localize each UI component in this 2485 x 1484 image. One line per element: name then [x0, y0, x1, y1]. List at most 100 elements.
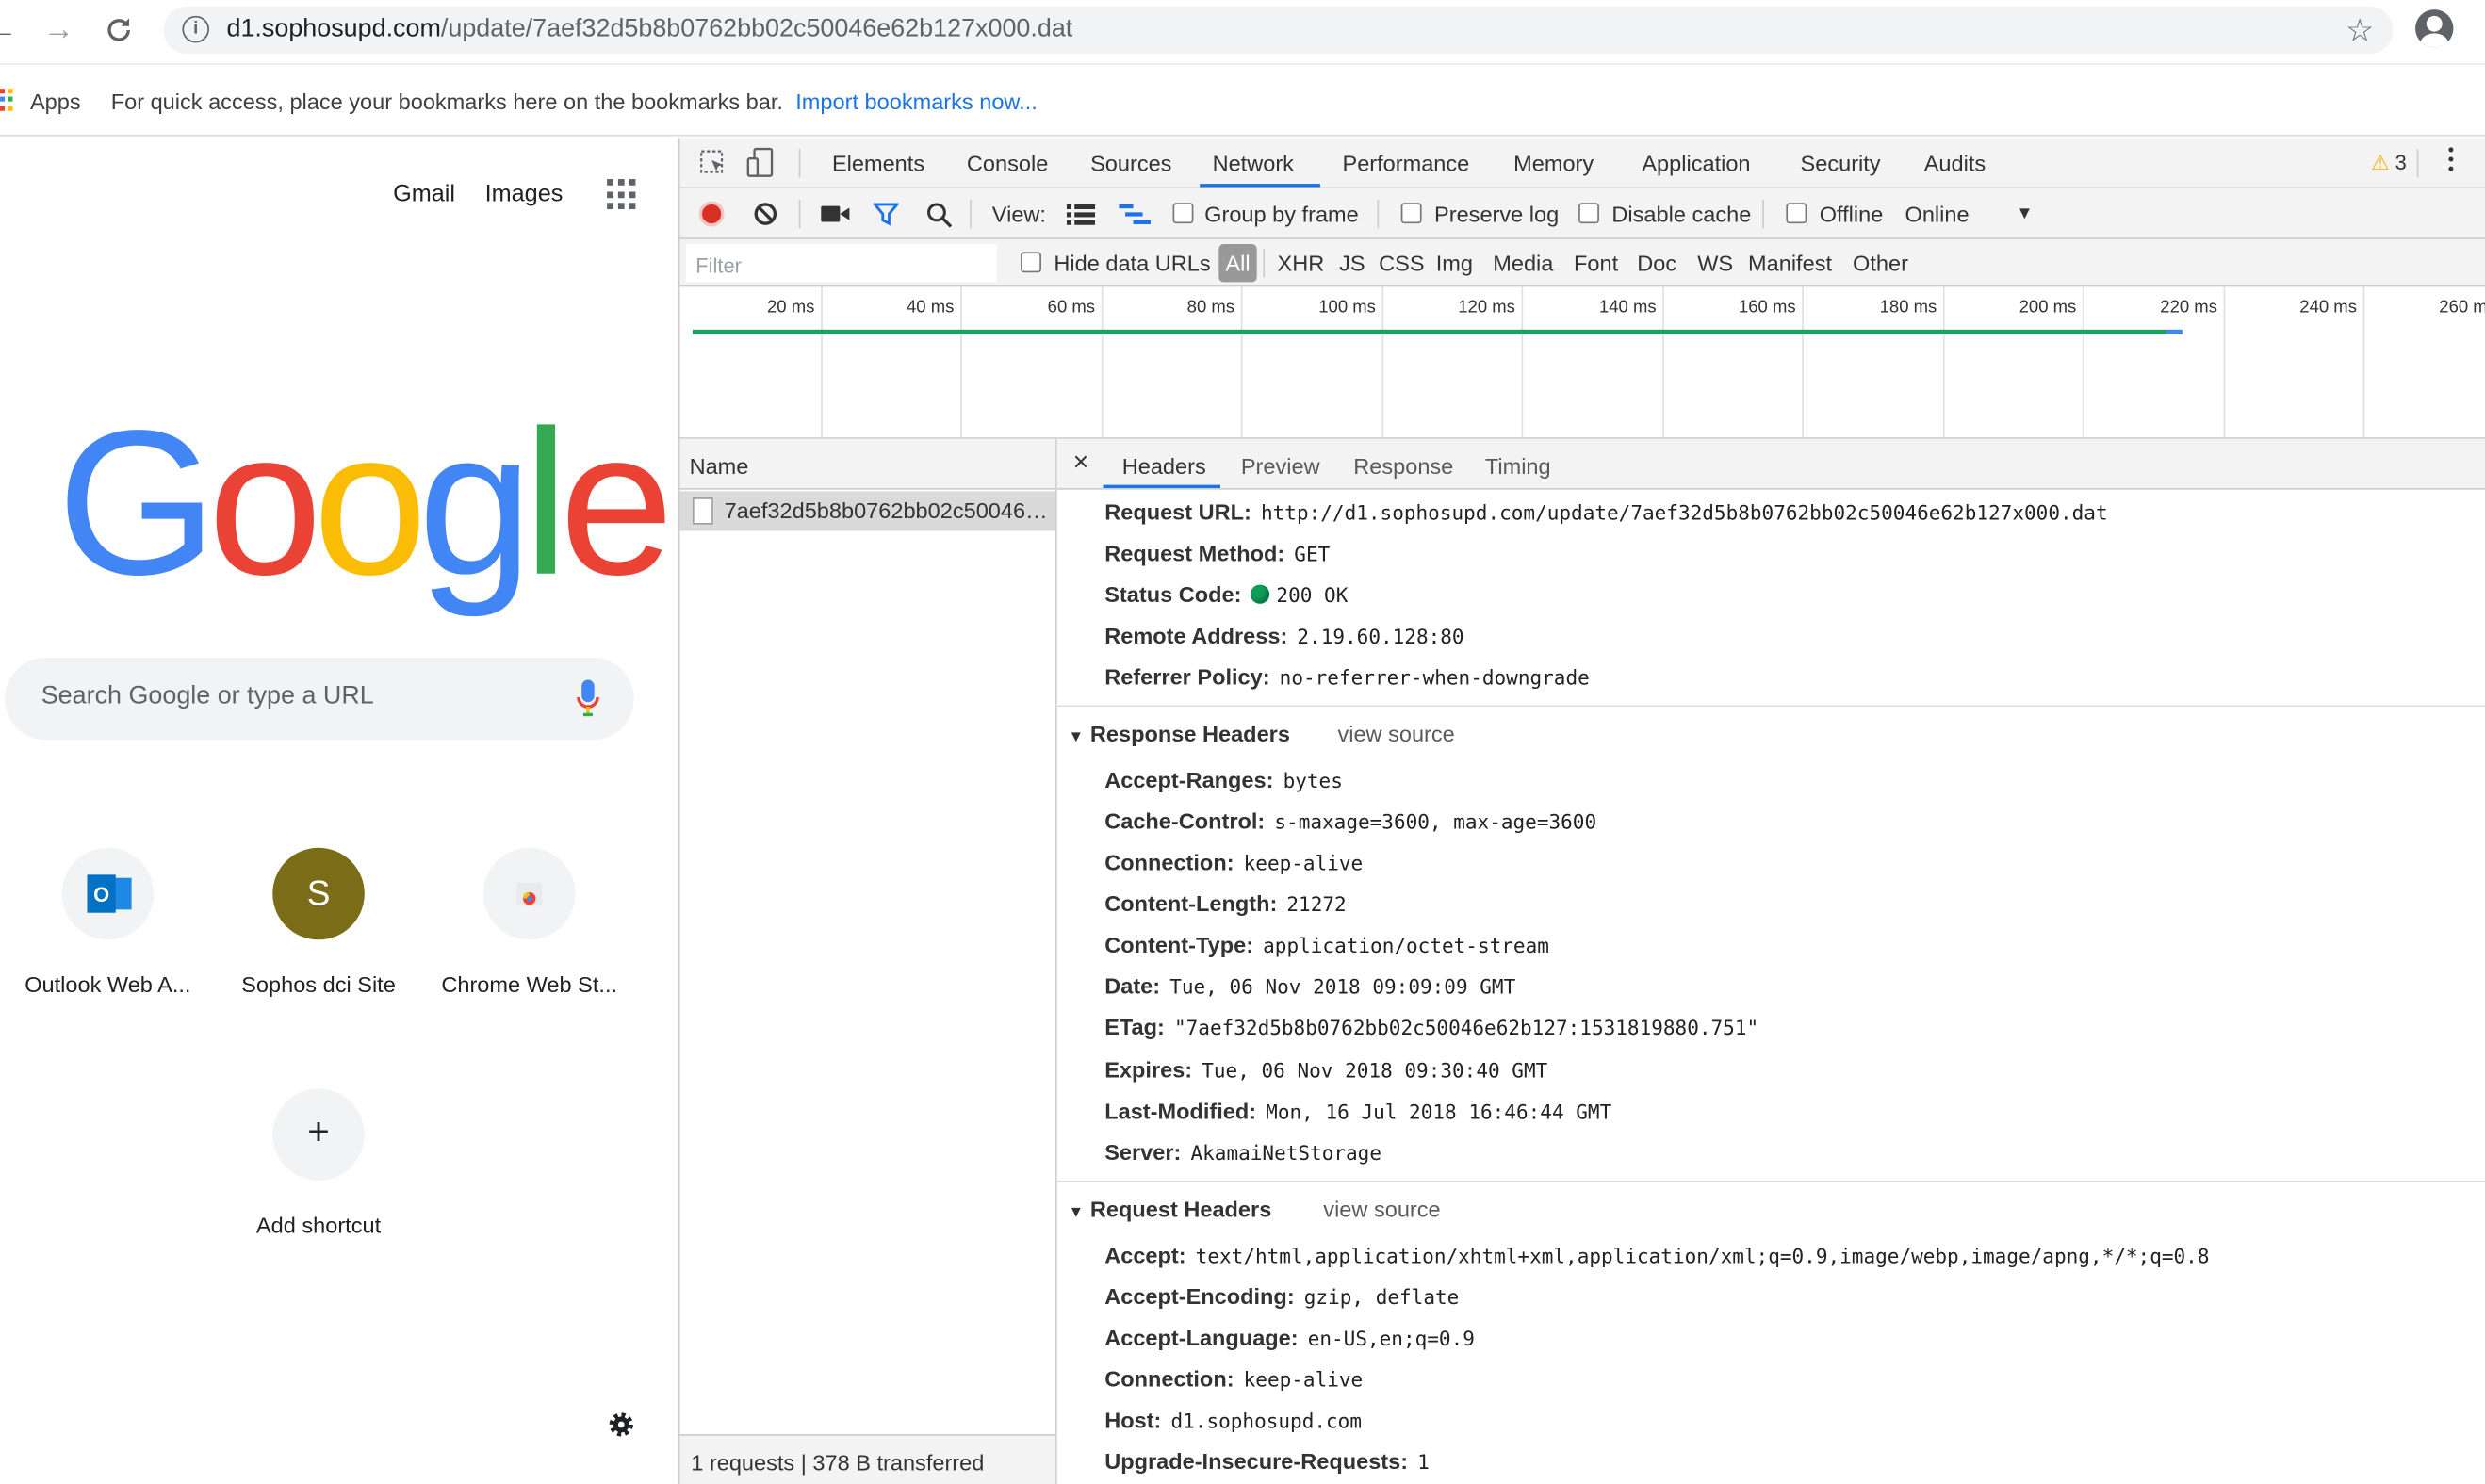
warnings-counter[interactable]: ⚠ 3: [2371, 151, 2407, 176]
forward-icon[interactable]: →: [38, 9, 79, 51]
close-icon[interactable]: ×: [1073, 447, 1089, 479]
filter-type-media[interactable]: Media: [1493, 251, 1553, 276]
tab-console[interactable]: Console: [967, 151, 1048, 176]
name-column-header[interactable]: Name: [679, 438, 1056, 490]
header-value: gzip, deflate: [1303, 1284, 1460, 1310]
chevron-down-icon[interactable]: ▼: [2016, 204, 2033, 223]
tab-audits[interactable]: Audits: [1924, 151, 1986, 176]
view-source-link[interactable]: view source: [1337, 721, 1454, 746]
images-link[interactable]: Images: [485, 181, 564, 208]
filter-type-css[interactable]: CSS: [1379, 251, 1424, 276]
more-options-icon[interactable]: [2448, 147, 2455, 175]
shortcut-chrome-web-store[interactable]: Chrome Web St...: [426, 847, 632, 997]
header-value: keep-alive: [1243, 851, 1364, 875]
tab-memory[interactable]: Memory: [1513, 151, 1594, 176]
inspect-element-icon[interactable]: [699, 149, 728, 177]
timeline-gridline: [1101, 286, 1104, 438]
timeline-tick: 100 ms: [1318, 298, 1376, 318]
header-value: 200 OK: [1276, 582, 1349, 608]
new-tab-page: Gmail Images Google Search Google or typ…: [0, 138, 678, 1484]
reload-icon[interactable]: [98, 9, 139, 51]
omnibox-url[interactable]: d1.sophosupd.com/update/7aef32d5b8b0762b…: [226, 16, 1072, 44]
group-by-frame-checkbox[interactable]: [1172, 203, 1194, 224]
filter-type-all[interactable]: All: [1218, 243, 1257, 283]
header-row: Status Code: 200 OK: [1104, 581, 1348, 607]
bookmark-apps[interactable]: Apps: [30, 89, 81, 114]
request-list: Name 7aef32d5b8b0762bb02c50046e62b127x00…: [679, 438, 1057, 1484]
header-value: Tue, 06 Nov 2018 09:30:40 GMT: [1202, 1058, 1548, 1083]
tab-sources[interactable]: Sources: [1090, 151, 1171, 176]
offline-checkbox[interactable]: [1786, 203, 1807, 224]
tab-headers[interactable]: Headers: [1122, 453, 1206, 479]
header-row: Date: Tue, 06 Nov 2018 09:09:09 GMT: [1104, 973, 1515, 999]
network-overview-timeline[interactable]: 20 ms 40 ms 60 ms 80 ms 100 ms 120 ms 14…: [679, 286, 2485, 439]
request-summary: 1 requests | 378 B transferred: [691, 1449, 985, 1476]
preserve-log-checkbox[interactable]: [1400, 203, 1422, 224]
device-toolbar-icon[interactable]: [746, 147, 775, 179]
filter-type-other[interactable]: Other: [1853, 251, 1908, 276]
shortcut-label: Sophos dci Site: [241, 970, 396, 997]
timeline-tick: 180 ms: [1879, 298, 1937, 318]
tab-preview[interactable]: Preview: [1241, 453, 1320, 479]
timeline-gridline: [960, 286, 962, 438]
back-icon[interactable]: ←: [0, 9, 23, 51]
section-divider: [1056, 705, 2485, 708]
filter-type-doc[interactable]: Doc: [1637, 251, 1676, 276]
shortcut-sophos[interactable]: S Sophos dci Site: [216, 847, 422, 997]
record-icon[interactable]: [698, 201, 725, 227]
omnibox[interactable]: i d1.sophosupd.com/update/7aef32d5b8b076…: [163, 6, 2394, 55]
google-apps-icon[interactable]: [607, 179, 639, 211]
header-key: Host:: [1104, 1407, 1162, 1433]
site-info-icon[interactable]: i: [182, 15, 209, 43]
screenshot-camera-icon[interactable]: [821, 204, 850, 223]
request-row[interactable]: 7aef32d5b8b0762bb02c50046e62b127x000.dat: [679, 491, 1056, 531]
clear-icon[interactable]: [753, 202, 778, 227]
outlook-icon: O: [61, 847, 155, 940]
timeline-gridline: [1802, 286, 1804, 438]
disable-cache-checkbox[interactable]: [1578, 203, 1599, 224]
filter-type-xhr[interactable]: XHR: [1278, 251, 1325, 276]
hide-data-urls-checkbox[interactable]: [1021, 252, 1041, 273]
shortcut-outlook[interactable]: O Outlook Web A...: [5, 847, 211, 997]
filter-input[interactable]: Filter: [686, 243, 997, 283]
expand-triangle-icon: ▼: [1068, 1204, 1085, 1222]
apps-grid-icon[interactable]: [0, 89, 13, 111]
microphone-icon[interactable]: [575, 678, 600, 720]
tab-elements[interactable]: Elements: [832, 151, 924, 176]
tab-response[interactable]: Response: [1353, 453, 1453, 479]
header-key: Upgrade-Insecure-Requests:: [1104, 1448, 1409, 1475]
response-headers-section[interactable]: ▼ Response Headers: [1069, 721, 1290, 746]
filter-type-ws[interactable]: WS: [1697, 251, 1733, 276]
waterfall-overview-icon[interactable]: [1119, 204, 1151, 225]
bookmark-star-icon[interactable]: ☆: [2346, 11, 2374, 51]
header-value: 21272: [1286, 891, 1347, 917]
filter-type-font[interactable]: Font: [1574, 251, 1618, 276]
gear-icon[interactable]: [607, 1411, 635, 1439]
search-icon[interactable]: [925, 202, 953, 229]
profile-avatar-icon[interactable]: [2415, 9, 2454, 48]
header-row: Expires: Tue, 06 Nov 2018 09:30:40 GMT: [1104, 1057, 1547, 1083]
tab-application[interactable]: Application: [1642, 151, 1750, 176]
gmail-link[interactable]: Gmail: [393, 181, 455, 208]
filter-icon[interactable]: [873, 202, 899, 227]
import-bookmarks-link[interactable]: Import bookmarks now...: [795, 89, 1038, 114]
tab-timing[interactable]: Timing: [1485, 453, 1551, 479]
header-value: AkamaiNetStorage: [1190, 1140, 1382, 1166]
large-rows-icon[interactable]: [1066, 204, 1096, 225]
throttling-select[interactable]: Online: [1905, 202, 1970, 227]
timeline-gridline: [1942, 286, 1945, 438]
filter-type-manifest[interactable]: Manifest: [1748, 251, 1832, 276]
tab-network[interactable]: Network: [1213, 151, 1294, 176]
filter-type-img[interactable]: Img: [1436, 251, 1473, 276]
view-source-link[interactable]: view source: [1323, 1197, 1440, 1222]
timeline-tick: 160 ms: [1738, 298, 1796, 318]
header-key: Accept-Ranges:: [1104, 766, 1274, 792]
tab-performance[interactable]: Performance: [1342, 151, 1469, 176]
tab-security[interactable]: Security: [1801, 151, 1881, 176]
ntp-search-box[interactable]: Search Google or type a URL: [5, 657, 634, 741]
request-headers-section[interactable]: ▼ Request Headers: [1069, 1197, 1272, 1222]
logo-letter: e: [559, 386, 675, 618]
filter-type-js[interactable]: JS: [1339, 251, 1365, 276]
header-value: Mon, 16 Jul 2018 16:46:44 GMT: [1266, 1100, 1612, 1124]
add-shortcut-button[interactable]: + Add shortcut: [216, 1088, 422, 1237]
